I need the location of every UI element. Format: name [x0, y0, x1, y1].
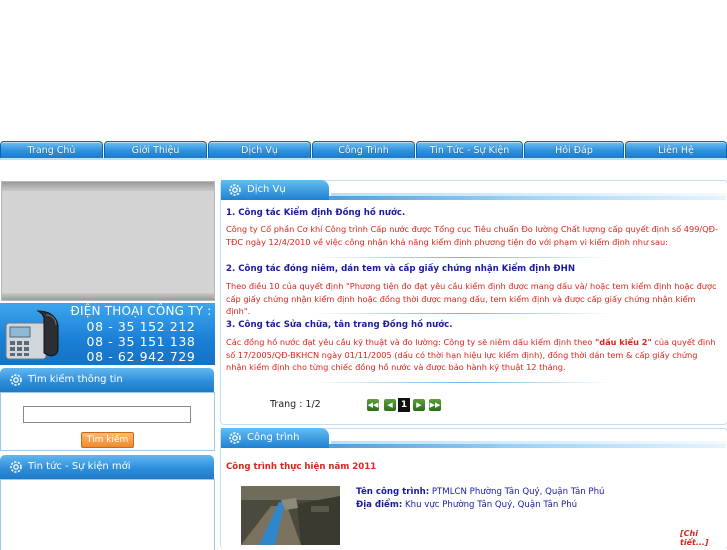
pager-label: Trang : 1/2 [270, 399, 321, 410]
service-1-heading[interactable]: 1. Công tác Kiểm định Đồng hồ nước. [226, 208, 405, 218]
service-2-heading[interactable]: 2. Công tác đóng niêm, dán tem và cấp gi… [226, 264, 575, 274]
news-panel-title: Tin tức - Sự kiện mới [28, 461, 131, 472]
projects-tab-header: Công trình [221, 428, 726, 450]
nav-underline [0, 158, 727, 160]
divider [313, 257, 613, 258]
gear-icon [10, 374, 22, 386]
news-panel-body [0, 479, 215, 550]
project-location: Địa điểm: Khu vực Phường Tân Quý, Quận T… [356, 500, 578, 510]
phone-number-2: 08 - 35 151 138 [86, 334, 196, 349]
phone-title: ĐIỆN THOẠI CÔNG TY : [70, 304, 212, 318]
current-page: 1 [398, 398, 410, 412]
phone-number-3: 08 - 62 942 729 [86, 349, 196, 364]
main-nav: Trang Chủ Giới Thiệu Dịch Vụ Công Trình … [0, 141, 727, 160]
last-page-icon[interactable]: ▶▶ [429, 399, 441, 411]
divider [313, 313, 613, 314]
news-panel-header: Tin tức - Sự kiện mới [0, 455, 214, 479]
search-panel-title: Tìm kiếm thông tin [28, 374, 123, 385]
service-2-text: Theo điều 10 của quyết định "Phương tiện… [226, 281, 717, 316]
gear-icon [229, 184, 241, 196]
services-tab-header: Dịch Vụ [221, 180, 726, 202]
left-banner [1, 181, 215, 301]
projects-year-heading: Công trình thực hiện năm 2011 [226, 462, 377, 472]
projects-title: Công trình [247, 432, 300, 443]
gear-icon [10, 461, 22, 473]
telephone-icon [5, 310, 59, 360]
divider [313, 382, 613, 383]
gear-icon [229, 432, 241, 444]
project-name: Tên công trình: PTMLCN Phường Tân Quý, Q… [356, 487, 605, 497]
services-title: Dịch Vụ [247, 184, 286, 195]
project-details-link[interactable]: [Chi tiết...] [680, 529, 727, 547]
search-panel-header: Tìm kiếm thông tin [0, 368, 214, 392]
phone-number-1: 08 - 35 152 212 [86, 319, 196, 334]
search-input[interactable] [23, 406, 191, 423]
service-3-text: Các đồng hồ nước đạt yêu cầu kỹ thuật và… [226, 337, 716, 372]
prev-page-icon[interactable]: ◀ [384, 399, 396, 411]
project-photo[interactable] [241, 486, 340, 545]
service-3-heading[interactable]: 3. Công tác Sửa chữa, tân trang Đồng hồ … [226, 320, 453, 330]
search-button[interactable]: Tìm kiếm [81, 432, 134, 448]
company-phone-box: ĐIỆN THOẠI CÔNG TY : 08 - 35 152 212 08 … [0, 303, 215, 365]
service-1-text: Công ty Cổ phần Cơ khí Công trình Cấp nư… [226, 224, 718, 247]
next-page-icon[interactable]: ▶ [413, 399, 425, 411]
first-page-icon[interactable]: ◀◀ [367, 399, 379, 411]
